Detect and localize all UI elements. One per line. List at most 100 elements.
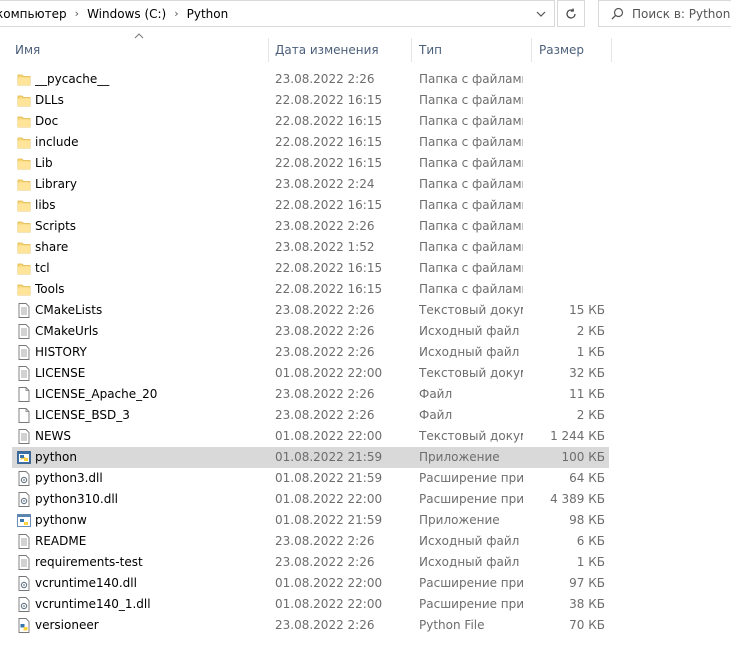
file-date: 01.08.2022 22:00 bbox=[275, 429, 383, 443]
file-size bbox=[532, 258, 605, 279]
breadcrumb[interactable]: компьютер › Windows (C:) › Python bbox=[0, 0, 555, 27]
file-row[interactable]: include 22.08.2022 16:15 Папка с файлами bbox=[0, 132, 731, 153]
file-size: 4 389 КБ bbox=[550, 492, 605, 506]
file-row[interactable]: CMakeLists 23.08.2022 2:26 Текстовый докум… bbox=[0, 300, 731, 321]
text-file-icon bbox=[17, 534, 31, 549]
file-date: 22.08.2022 16:15 bbox=[275, 93, 383, 107]
file-row[interactable]: share 23.08.2022 1:52 Папка с файлами bbox=[0, 237, 731, 258]
folder-icon bbox=[17, 198, 31, 213]
file-size: 2 КБ bbox=[576, 408, 605, 422]
file-row[interactable]: python310.dll 01.08.2022 22:00 Расширение … bbox=[0, 489, 731, 510]
file-row[interactable]: README 23.08.2022 2:26 Исходный файл ... 6 … bbox=[0, 531, 731, 552]
file-date: 23.08.2022 2:26 bbox=[275, 534, 375, 548]
folder-icon bbox=[17, 282, 31, 297]
file-type: Расширение при... bbox=[419, 471, 523, 485]
file-name: pythonw bbox=[35, 513, 87, 527]
file-name: LICENSE_BSD_3 bbox=[35, 408, 130, 422]
file-row[interactable]: NEWS 01.08.2022 22:00 Текстовый докум... 1 … bbox=[0, 426, 731, 447]
file-row[interactable]: tcl 22.08.2022 16:15 Папка с файлами bbox=[0, 258, 731, 279]
breadcrumb-computer[interactable]: компьютер bbox=[0, 7, 71, 21]
file-type: Python File bbox=[419, 618, 485, 632]
file-row[interactable]: CMakeUrls 23.08.2022 2:26 Исходный файл ..… bbox=[0, 321, 731, 342]
file-type: Текстовый докум... bbox=[419, 429, 523, 443]
file-row[interactable]: requirements-test 23.08.2022 2:26 Исходный… bbox=[0, 552, 731, 573]
file-date: 23.08.2022 2:26 bbox=[275, 219, 375, 233]
file-size: 70 КБ bbox=[569, 618, 605, 632]
refresh-button[interactable] bbox=[557, 0, 585, 27]
file-row[interactable]: LICENSE 01.08.2022 22:00 Текстовый докум..… bbox=[0, 363, 731, 384]
breadcrumb-chevron-icon[interactable]: › bbox=[71, 7, 83, 20]
file-row[interactable]: libs 22.08.2022 16:15 Папка с файлами bbox=[0, 195, 731, 216]
file-row[interactable]: LICENSE_BSD_3 23.08.2022 2:26 Файл 2 КБ bbox=[0, 405, 731, 426]
file-name: vcruntime140_1.dll bbox=[35, 597, 151, 611]
breadcrumb-python[interactable]: Python bbox=[183, 7, 233, 21]
file-row[interactable]: python 01.08.2022 21:59 Приложение 100 КБ bbox=[0, 447, 731, 468]
dll-file-icon bbox=[17, 471, 31, 486]
file-type: Расширение при... bbox=[419, 597, 523, 611]
text-file-icon bbox=[17, 429, 31, 444]
file-size: 2 КБ bbox=[576, 324, 605, 338]
python-file-icon bbox=[17, 618, 31, 633]
file-row[interactable]: vcruntime140.dll 01.08.2022 22:00 Расширен… bbox=[0, 573, 731, 594]
file-name: versioneer bbox=[35, 618, 99, 632]
file-date: 23.08.2022 2:26 bbox=[275, 387, 375, 401]
file-name: LICENSE_Apache_20 bbox=[35, 387, 158, 401]
file-date: 23.08.2022 1:52 bbox=[275, 240, 375, 254]
file-row[interactable]: python3.dll 01.08.2022 21:59 Расширение пр… bbox=[0, 468, 731, 489]
text-file-icon bbox=[17, 366, 31, 381]
file-date: 01.08.2022 21:59 bbox=[275, 513, 383, 527]
file-row[interactable]: pythonw 01.08.2022 21:59 Приложение 98 КБ bbox=[0, 510, 731, 531]
dll-file-icon bbox=[17, 597, 31, 612]
file-name: python310.dll bbox=[35, 492, 118, 506]
file-row[interactable]: Doc 22.08.2022 16:15 Папка с файлами bbox=[0, 111, 731, 132]
file-row[interactable]: vcruntime140_1.dll 01.08.2022 22:00 Расшир… bbox=[0, 594, 731, 615]
dll-file-icon bbox=[17, 576, 31, 591]
file-size bbox=[532, 153, 605, 174]
file-row[interactable]: __pycache__ 23.08.2022 2:26 Папка с файлам… bbox=[0, 69, 731, 90]
file-row[interactable]: LICENSE_Apache_20 23.08.2022 2:26 Файл 11 К… bbox=[0, 384, 731, 405]
file-name: libs bbox=[35, 198, 56, 212]
file-row[interactable]: Scripts 23.08.2022 2:26 Папка с файлами bbox=[0, 216, 731, 237]
column-name[interactable]: Имя bbox=[12, 38, 269, 62]
file-name: python3.dll bbox=[35, 471, 103, 485]
file-row[interactable]: versioneer 23.08.2022 2:26 Python File 70 К… bbox=[0, 615, 731, 636]
file-type: Папка с файлами bbox=[419, 198, 523, 212]
dll-file-icon bbox=[17, 492, 31, 507]
breadcrumb-chevron-icon[interactable]: › bbox=[170, 7, 182, 20]
file-type: Исходный файл ... bbox=[419, 534, 523, 548]
file-date: 22.08.2022 16:15 bbox=[275, 282, 383, 296]
blank-file-icon bbox=[17, 387, 31, 402]
address-bar-area: компьютер › Windows (C:) › Python Поиск … bbox=[0, 0, 731, 28]
column-size[interactable]: Размер bbox=[536, 38, 612, 62]
file-size bbox=[532, 279, 605, 300]
file-size bbox=[532, 90, 605, 111]
file-name: include bbox=[35, 135, 79, 149]
file-name: vcruntime140.dll bbox=[35, 576, 137, 590]
file-name: tcl bbox=[35, 261, 50, 275]
search-box[interactable]: Поиск в: Python bbox=[598, 0, 731, 27]
python-app-icon bbox=[17, 450, 31, 465]
file-date: 23.08.2022 2:26 bbox=[275, 555, 375, 569]
column-type[interactable]: Тип bbox=[416, 38, 532, 62]
file-name: HISTORY bbox=[35, 345, 87, 359]
file-name: Lib bbox=[35, 156, 53, 170]
file-type: Расширение при... bbox=[419, 576, 523, 590]
file-row[interactable]: Tools 22.08.2022 16:15 Папка с файлами bbox=[0, 279, 731, 300]
folder-icon bbox=[17, 72, 31, 87]
file-row[interactable]: Library 23.08.2022 2:24 Папка с файлами bbox=[0, 174, 731, 195]
column-date[interactable]: Дата изменения bbox=[272, 38, 412, 62]
file-type: Папка с файлами bbox=[419, 261, 523, 275]
breadcrumb-drive-c[interactable]: Windows (C:) bbox=[83, 7, 170, 21]
folder-icon bbox=[17, 240, 31, 255]
file-size: 98 КБ bbox=[569, 513, 605, 527]
file-date: 23.08.2022 2:24 bbox=[275, 177, 375, 191]
address-history-dropdown[interactable] bbox=[527, 0, 555, 27]
search-input[interactable]: Поиск в: Python bbox=[632, 7, 730, 21]
file-name: DLLs bbox=[35, 93, 64, 107]
folder-icon bbox=[17, 261, 31, 276]
file-row[interactable]: HISTORY 23.08.2022 2:26 Исходный файл ... 1… bbox=[0, 342, 731, 363]
file-row[interactable]: DLLs 22.08.2022 16:15 Папка с файлами bbox=[0, 90, 731, 111]
file-name: share bbox=[35, 240, 69, 254]
file-type: Текстовый докум... bbox=[419, 303, 523, 317]
file-row[interactable]: Lib 22.08.2022 16:15 Папка с файлами bbox=[0, 153, 731, 174]
